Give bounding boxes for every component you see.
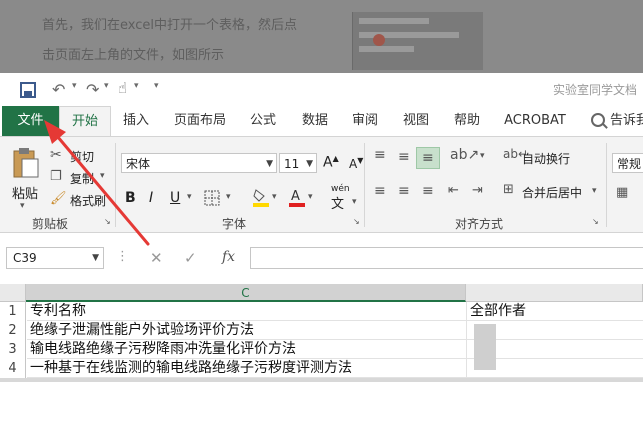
annotation-arrow <box>44 120 150 246</box>
